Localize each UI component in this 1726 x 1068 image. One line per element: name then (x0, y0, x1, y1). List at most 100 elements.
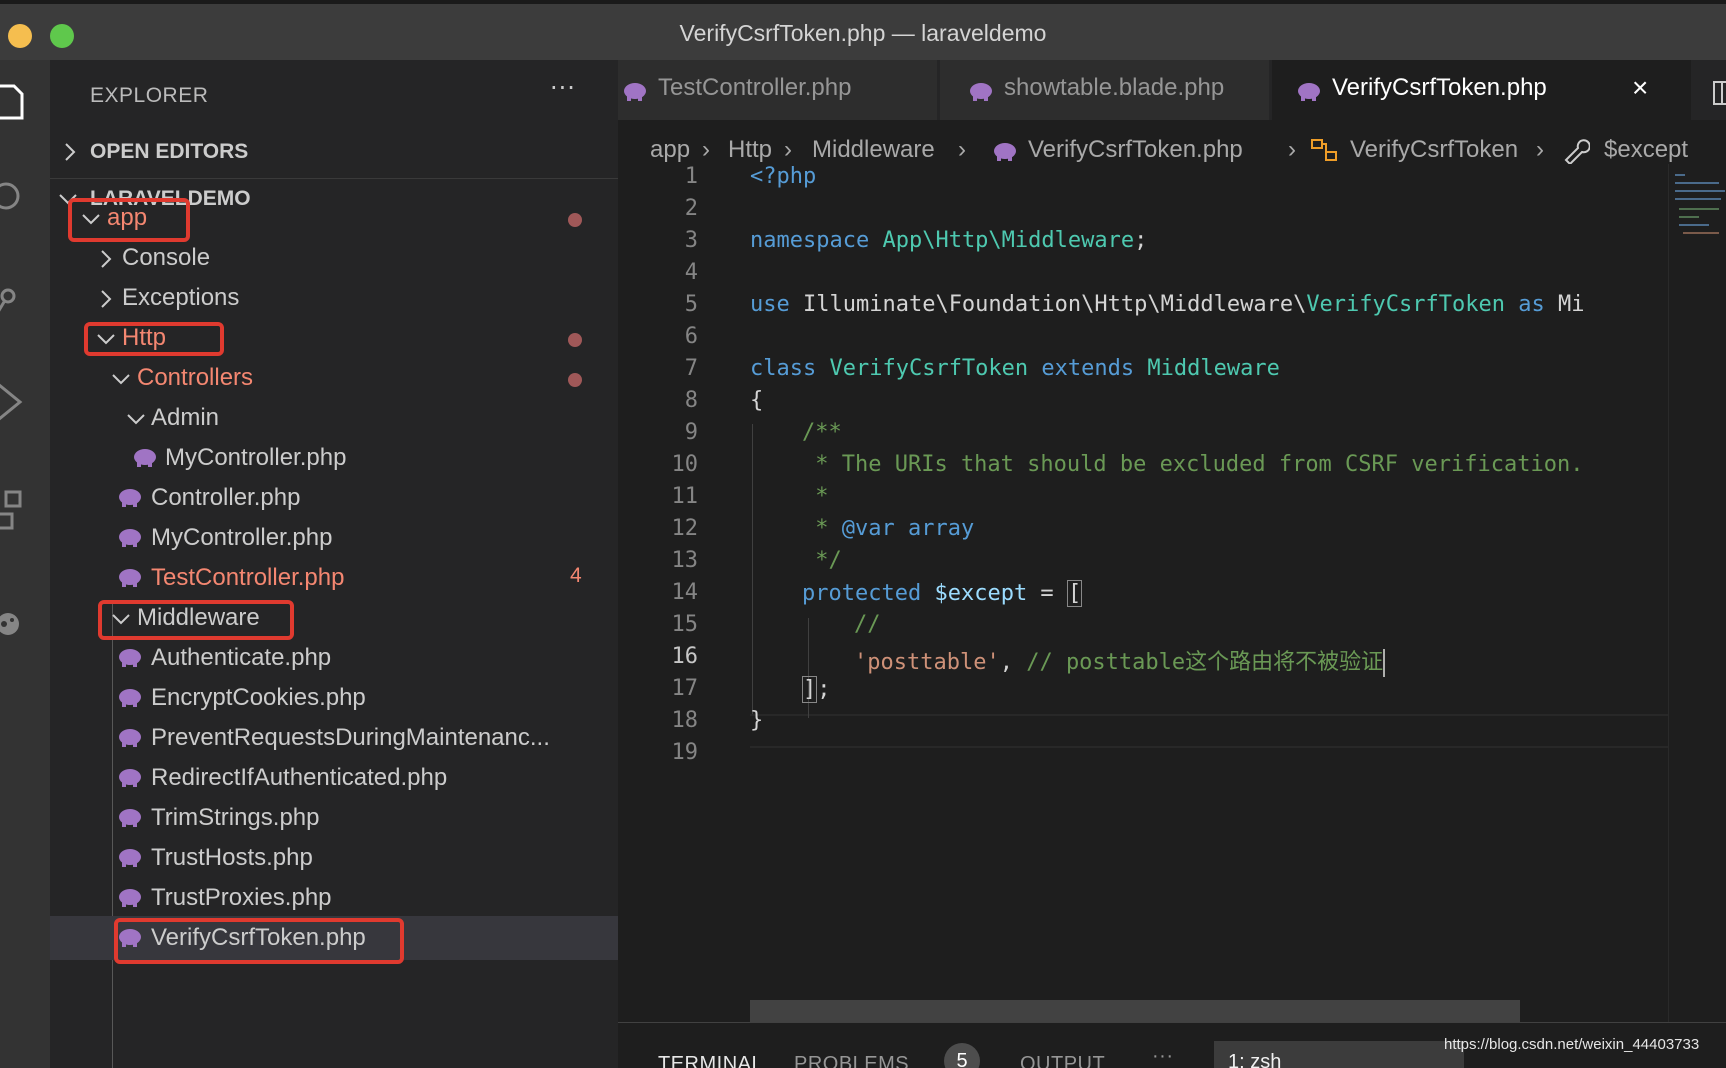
tree-file-trustproxies[interactable]: TrustProxies.php (50, 876, 618, 920)
tab-testcontroller[interactable]: TestController.php (618, 60, 938, 120)
search-icon[interactable] (0, 170, 50, 230)
chevron-right-icon (101, 290, 112, 308)
code-line: namespace App\Http\Middleware; (750, 228, 1147, 253)
code-line: * @var array (802, 516, 974, 541)
watermark: https://blog.csdn.net/weixin_44403733 (1444, 1036, 1700, 1053)
tree-file-testcontroller[interactable]: TestController.php 4 (50, 556, 618, 600)
line-number: 15 (671, 612, 699, 637)
horizontal-scrollbar[interactable] (750, 1000, 1520, 1022)
panel-tab-output[interactable]: OUTPUT (1020, 1053, 1105, 1068)
code-token: as (1518, 292, 1545, 317)
code-token: protected (802, 581, 922, 606)
source-control-icon[interactable] (0, 270, 50, 330)
chevron-right-icon: › (958, 136, 966, 163)
tree-file-admin-mycontroller[interactable]: MyController.php (50, 436, 618, 480)
tree-file-authenticate[interactable]: Authenticate.php (50, 636, 618, 680)
code-editor[interactable]: 1 2 3 4 5 6 7 8 9 10 11 12 13 14 15 16 1… (618, 164, 1726, 1022)
code-token: { (750, 388, 764, 413)
chevron-down-icon (127, 414, 145, 425)
tree-file-redirectifauthenticated[interactable]: RedirectIfAuthenticated.php (50, 756, 618, 800)
tree-folder-console[interactable]: Console (50, 236, 618, 280)
tab-verifycsrftoken[interactable]: VerifyCsrfToken.php × (1272, 60, 1692, 120)
line-number: 8 (684, 388, 698, 413)
close-tab-icon[interactable]: × (1632, 72, 1648, 104)
tree-label: EncryptCookies.php (151, 684, 366, 711)
tab-showtable-blade[interactable]: showtable.blade.php (940, 60, 1270, 120)
line-number: 13 (671, 548, 699, 573)
breadcrumb-item[interactable]: VerifyCsrfToken.php (1028, 136, 1243, 164)
breadcrumb: app › Http › Middleware › VerifyCsrfToke… (618, 120, 1726, 164)
tree-file-mycontroller[interactable]: MyController.php (50, 516, 618, 560)
editor-tab-bar: TestController.php showtable.blade.php V… (618, 60, 1726, 120)
panel-tab-problems[interactable]: PROBLEMS (794, 1053, 909, 1068)
tree-folder-controllers[interactable]: Controllers (50, 356, 618, 400)
terminal-selector-value: 1: zsh (1228, 1051, 1282, 1068)
code-token: namespace (750, 228, 870, 253)
extensions-icon[interactable] (0, 480, 50, 540)
chevron-right-icon (65, 143, 76, 161)
problems-count-badge: 4 (570, 564, 582, 587)
explorer-icon[interactable] (0, 70, 50, 130)
text-cursor (1383, 649, 1386, 677)
code-line: class VerifyCsrfToken extends Middleware (750, 356, 1280, 381)
tree-file-trusthosts[interactable]: TrustHosts.php (50, 836, 618, 880)
open-editors-section[interactable]: OPEN EDITORS (50, 132, 618, 172)
breadcrumb-item[interactable]: Middleware (812, 136, 935, 164)
php-file-icon (994, 143, 1016, 161)
php-file-icon (1298, 83, 1320, 101)
tree-label: RedirectIfAuthenticated.php (151, 764, 448, 791)
breadcrumb-item[interactable]: $except (1604, 136, 1688, 164)
tree-file-preventrequests[interactable]: PreventRequestsDuringMaintenanc... (50, 716, 618, 760)
tree-file-controller[interactable]: Controller.php (50, 476, 618, 520)
title-bar: VerifyCsrfToken.php — laraveldemo (0, 0, 1726, 60)
line-number-current: 16 (671, 644, 699, 669)
annotation-box-http (84, 322, 224, 356)
modified-dot (568, 373, 582, 387)
php-file-icon (119, 529, 141, 547)
line-number: 4 (684, 260, 698, 285)
code-comment: * (802, 516, 842, 541)
line-number: 19 (671, 740, 699, 765)
breadcrumb-item[interactable]: Http (728, 136, 772, 164)
panel-tab-terminal[interactable]: TERMINAL (658, 1053, 763, 1068)
tree-folder-admin[interactable]: Admin (50, 396, 618, 440)
code-token: Illuminate\Foundation\Http\Middleware\ (789, 292, 1307, 317)
php-file-icon (119, 689, 141, 707)
code-comment: // (854, 612, 881, 637)
minimap-line (1679, 224, 1709, 226)
code-comment: * (802, 484, 829, 509)
line-number: 10 (671, 452, 699, 477)
line-number: 14 (671, 580, 699, 605)
code-line: * (802, 484, 829, 509)
php-file-icon (119, 649, 141, 667)
minimap[interactable] (1668, 164, 1726, 1022)
terminal-selector[interactable]: 1: zsh (1214, 1041, 1464, 1068)
tree-label: Controller.php (151, 484, 301, 511)
tree-folder-exceptions[interactable]: Exceptions (50, 276, 618, 320)
open-editors-label: OPEN EDITORS (90, 140, 249, 163)
activity-bar (0, 60, 50, 1068)
run-debug-icon[interactable] (0, 370, 50, 430)
code-line: <?php (750, 164, 816, 189)
code-token: Mi (1558, 292, 1585, 317)
code-token: = (1027, 581, 1067, 606)
line-number: 1 (684, 164, 698, 189)
remote-icon[interactable] (0, 600, 50, 660)
code-token: ] (802, 676, 818, 703)
code-line: */ (802, 548, 842, 573)
explorer-more-icon[interactable]: ··· (550, 74, 576, 102)
breadcrumb-item[interactable]: app (650, 136, 690, 164)
code-line: // (854, 612, 881, 637)
panel-more-icon[interactable]: ··· (1152, 1045, 1173, 1068)
minimap-line (1683, 232, 1719, 234)
tree-file-encryptcookies[interactable]: EncryptCookies.php (50, 676, 618, 720)
chevron-right-icon: › (702, 136, 710, 163)
code-line: * The URIs that should be excluded from … (802, 452, 1583, 477)
code-line: } (750, 708, 763, 733)
php-file-icon (119, 809, 141, 827)
tree-file-trimstrings[interactable]: TrimStrings.php (50, 796, 618, 840)
php-file-icon (970, 83, 992, 101)
split-editor-icon[interactable] (1708, 80, 1726, 106)
breadcrumb-item[interactable]: VerifyCsrfToken (1350, 136, 1518, 164)
indent-guide (808, 618, 809, 718)
